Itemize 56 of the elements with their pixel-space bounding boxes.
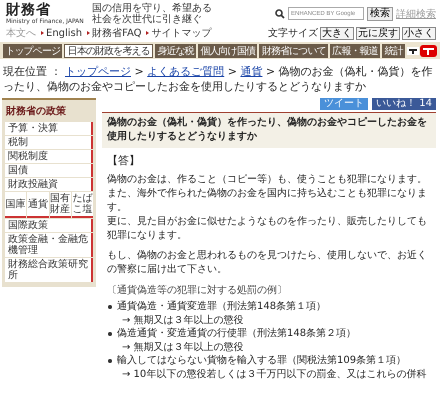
penalty-text: → 無期又は３年以上の懲役 [121, 340, 245, 354]
nav-tab[interactable]: 個人向け国債 [198, 44, 258, 58]
offense-text: 通貨偽造・通貨変造罪（刑法第148条第１項） [117, 300, 326, 314]
nav-tab[interactable]: 身近な税 [154, 44, 196, 58]
sidebar-item[interactable]: 関税制度 [5, 150, 93, 163]
sidebar-item[interactable]: 国際政策 [5, 219, 93, 232]
nav-tab[interactable]: トップページ [3, 44, 62, 58]
bullet-icon [108, 359, 112, 363]
answer-text: また、海外で作られた偽物のお金を国内に持ち込むことも犯罪になります。 [107, 187, 428, 215]
sidebar-item[interactable]: 国庫 [5, 192, 26, 218]
sidebar-item[interactable]: 国有財産 [50, 192, 71, 218]
sidebar-item[interactable]: 財務総合政策研究所 [5, 258, 93, 282]
sidebar-title: 財務省の政策 [5, 104, 67, 119]
triangle-icon [146, 31, 150, 35]
sidebar-item[interactable]: 財政投融資 [5, 178, 93, 191]
sidebar-item[interactable]: 通貨 [27, 192, 48, 218]
breadcrumb: 現在位置 ： トップページ > よくあるご質問 > 通貨 > 偽物のお金（偽札・偽貨）を作ったり、偽物のお金やコピーしたお金を使用したりするとどうなりますか [3, 64, 434, 94]
header-link[interactable]: 財務省FAQ [87, 26, 142, 40]
search-icon [275, 8, 285, 18]
search-button[interactable]: 検索 [367, 6, 393, 20]
sidebar-item[interactable]: 政策金融・金融危機管理 [5, 233, 93, 257]
font-size-button[interactable]: 小さく [402, 26, 436, 40]
nav-tab[interactable]: 統計 [382, 44, 405, 58]
penalty-text: → 無期又は３年以上の懲役 [121, 314, 245, 327]
sidebar-item[interactable]: 税制 [5, 136, 93, 149]
penalty-heading: 〔通貨偽造等の犯罪に対する処罰の例〕 [107, 284, 288, 297]
triangle-icon [87, 31, 90, 35]
font-size-button[interactable]: 元に戻す [356, 26, 400, 40]
bullet-icon [108, 332, 112, 336]
penalty-text: → 10年以下の懲役若しくは３千万円以下の罰金、又はこれらの併科 [121, 368, 428, 381]
like-button[interactable]: いいね！ 14 [372, 98, 436, 110]
sidebar-item[interactable]: 国債 [5, 164, 93, 177]
question-title: 偽物のお金（偽札・偽貨）を作ったり、偽物のお金やコピーしたお金を使用したりするとどうなりますか [102, 112, 436, 148]
header-link[interactable]: English [41, 28, 82, 38]
answer-text: 偽物のお金は、作ること（コピー等）も、使うことも犯罪になります。 [107, 173, 428, 187]
bullet-icon [108, 305, 112, 309]
breadcrumb-link[interactable]: よくあるご質問 [147, 65, 224, 78]
answer-heading: 【答】 [107, 153, 141, 168]
font-size-button[interactable]: 大きく [320, 26, 354, 40]
offense-text: 輸入してはならない貨物を輸入する罪（関税法第109条第１項） [117, 354, 406, 368]
nav-tab[interactable]: 広報・報道 [330, 44, 380, 58]
offense-text: 偽造通貨・変造通貨の行使罪（刑法第148条第２項） [117, 327, 356, 340]
sidebar-item[interactable]: たばこ塩 [72, 192, 93, 218]
site-logo[interactable]: 財務省 [6, 2, 84, 18]
breadcrumb-link[interactable]: 通貨 [240, 65, 262, 78]
sidebar-item[interactable]: 予算・決算 [5, 122, 93, 135]
answer-text: 更に、見た目がお金に似せたようなものを作ったり、販売したりしても犯罪になります。 [107, 215, 428, 243]
nav-tab[interactable]: 日本の財政を考える [64, 44, 153, 58]
nav-tab[interactable]: 財務省について [259, 44, 328, 58]
header-link[interactable]: サイトマップ [146, 26, 212, 40]
tagline: 国の信用を守り、希望ある社会を次世代に引き継ぐ [92, 2, 212, 24]
font-size-label: 文字サイズ [268, 26, 318, 40]
video-logo-icon[interactable] [406, 44, 437, 56]
answer-text: もし、偽物のお金と思われるものを見つけたら、使用しないで、お近くの警察に届け出て下さい。 [107, 249, 428, 277]
breadcrumb-link[interactable]: トップページ [65, 65, 131, 78]
triangle-icon [41, 31, 44, 35]
